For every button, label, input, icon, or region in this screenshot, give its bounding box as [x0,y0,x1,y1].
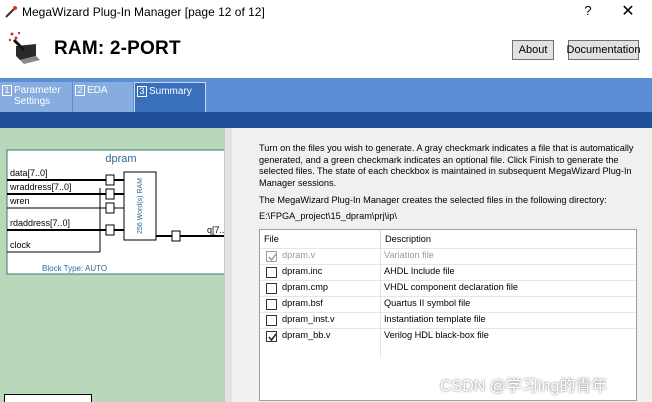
tab-number: 1 [2,85,12,96]
directory-note: The MegaWizard Plug-In Manager creates t… [259,195,607,205]
file-description: AHDL Include file [384,266,455,276]
file-name: dpram_bb.v [282,330,331,340]
checkmark-icon [268,253,277,262]
block-symbol: dpram data[7..0] wraddress[7..0] wren rd… [6,149,224,275]
column-header-file: File [264,234,279,244]
table-row: dpram.cmp VHDL component declaration fil… [260,280,636,295]
file-name: dpram.cmp [282,282,328,292]
file-description: Verilog HDL black-box file [384,330,489,340]
checkbox-dpram-v[interactable] [266,251,277,262]
checkbox-dpram-bsf[interactable] [266,299,277,310]
tab-summary[interactable]: 3 Summary [134,82,206,112]
port-wraddress: wraddress[7..0] [9,182,72,192]
wizard-header: RAM: 2-PORT About Documentation [0,24,652,78]
file-description: Variation file [384,250,434,260]
block-type-label: Block Type: AUTO [42,264,107,273]
checkbox-dpram-bb-v[interactable] [266,331,277,342]
symbol-name: dpram [105,153,136,165]
documentation-button-label: Documentation [566,44,641,56]
port-q: q[7..0] [207,225,224,235]
window-title: MegaWizard Plug-In Manager [page 12 of 1… [22,5,265,19]
help-button[interactable]: ? [580,3,596,18]
table-row: dpram.v Variation file [260,248,636,263]
file-description: Quartus II symbol file [384,298,471,308]
symbol-preview-pane: dpram data[7..0] wraddress[7..0] wren rd… [0,128,224,402]
table-row: dpram.inc AHDL Include file [260,264,636,279]
tab-label: Summary [149,86,192,97]
table-row: dpram_inst.v Instantiation template file [260,312,636,327]
tab-number: 2 [75,85,85,96]
port-wren: wren [9,196,30,206]
file-name: dpram_inst.v [282,314,335,324]
core-label: 256 Word(s) RAM [137,178,144,234]
title-bar: MegaWizard Plug-In Manager [page 12 of 1… [0,0,652,24]
watermark: CSDN @学习ing的青年 [440,378,608,395]
about-button[interactable]: About [512,40,554,60]
checkbox-dpram-cmp[interactable] [266,283,277,294]
tab-label: EDA [87,85,108,96]
file-name: dpram.v [282,250,316,260]
pane-divider[interactable] [224,128,232,402]
checkmark-icon [268,333,277,342]
tab-eda[interactable]: 2 EDA [73,82,133,112]
bottom-control-edge [4,394,92,402]
port-rdaddress: rdaddress[7..0] [10,218,70,228]
file-name: dpram.bsf [282,298,323,308]
output-directory: E:\FPGA_project\15_dpram\prj\ip\ [259,211,397,221]
port-clock: clock [10,240,31,250]
page-title: RAM: 2-PORT [54,38,181,59]
tab-content-strip [0,112,652,128]
documentation-button[interactable]: Documentation [566,40,641,60]
checkbox-dpram-inst-v[interactable] [266,315,277,326]
megawizard-logo-icon [8,31,40,64]
wizard-wand-icon [5,6,17,18]
tab-label: Parameter Settings [14,85,61,107]
instructions-text: Turn on the files you wish to generate. … [259,143,634,188]
column-header-description: Description [380,230,636,248]
about-button-label: About [518,44,548,56]
checkbox-dpram-inc[interactable] [266,267,277,278]
close-button[interactable]: ✕ [618,1,638,21]
file-name: dpram.inc [282,266,323,276]
file-description: Instantiation template file [384,314,486,324]
tab-parameter-settings[interactable]: 1 Parameter Settings [0,82,72,112]
file-description: VHDL component declaration file [384,282,518,292]
tab-number: 3 [137,86,147,97]
port-data: data[7..0] [10,168,48,178]
table-row: dpram.bsf Quartus II symbol file [260,296,636,311]
tab-bar: 1 Parameter Settings 2 EDA 3 Summary [0,78,652,112]
table-row: dpram_bb.v Verilog HDL black-box file [260,328,636,343]
